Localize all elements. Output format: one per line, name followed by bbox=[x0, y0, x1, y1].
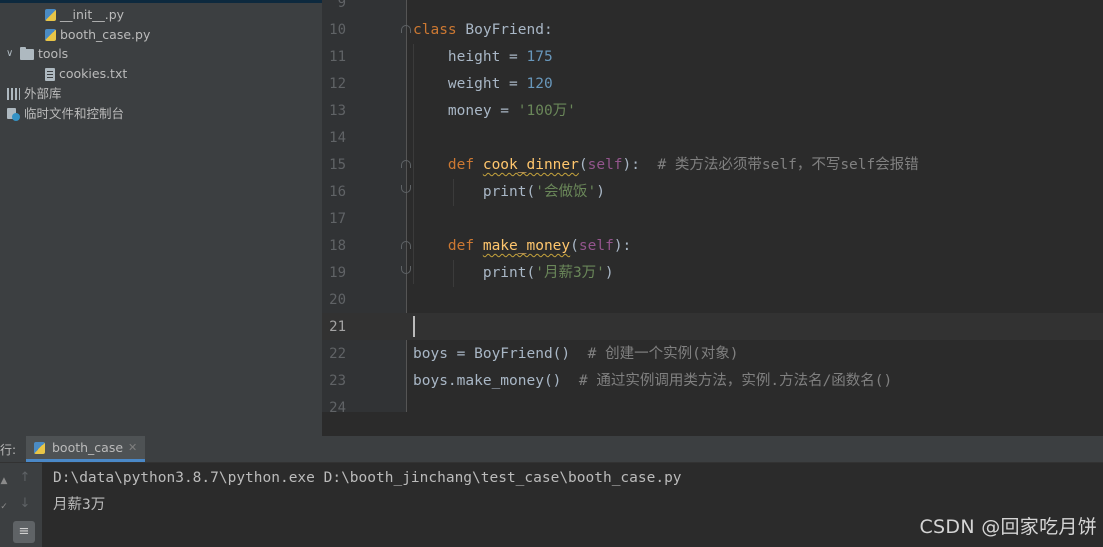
watermark: CSDN @回家吃月饼 bbox=[919, 516, 1097, 538]
scratch-icon bbox=[7, 107, 20, 121]
console-output-line: D:\data\python3.8.7\python.exe D:\booth_… bbox=[53, 470, 682, 486]
library-icon bbox=[7, 88, 20, 100]
code-text: height = bbox=[413, 49, 527, 65]
keyword: def bbox=[413, 157, 483, 173]
comment: # 通过实例调用类方法，实例.方法名/函数名() bbox=[578, 373, 893, 389]
python-file-icon bbox=[34, 441, 45, 454]
number-literal: 175 bbox=[526, 49, 553, 65]
tree-item-label: tools bbox=[38, 46, 69, 61]
run-tab-label: booth_case bbox=[52, 440, 124, 455]
line-number: 20 bbox=[329, 292, 346, 308]
text-file-icon bbox=[45, 67, 55, 81]
code-text: money = bbox=[413, 103, 518, 119]
line-number: 18 bbox=[329, 238, 346, 254]
tree-item-booth-case[interactable]: booth_case.py bbox=[45, 25, 150, 45]
code-text: ): bbox=[613, 238, 632, 254]
keyword: class bbox=[413, 22, 457, 38]
string-literal: '会做饭' bbox=[535, 184, 597, 200]
code-line-16: print('会做饭') bbox=[413, 179, 605, 206]
tree-item-label: 外部库 bbox=[24, 86, 62, 101]
project-tree: __init__.py booth_case.py ∨ tools cookie… bbox=[0, 0, 322, 436]
arrow-down-icon[interactable]: ↓ bbox=[15, 494, 35, 514]
tree-item-init[interactable]: __init__.py bbox=[45, 5, 124, 25]
string-literal: '100万' bbox=[517, 103, 576, 119]
code-text: ( bbox=[570, 238, 579, 254]
comment: # 创建一个实例(对象) bbox=[587, 346, 739, 362]
class-name: BoyFriend: bbox=[456, 22, 553, 38]
code-text: ) bbox=[604, 265, 614, 281]
arrow-up-icon[interactable]: ↑ bbox=[15, 468, 35, 488]
tree-item-label: cookies.txt bbox=[59, 66, 128, 81]
line-number: 16 bbox=[329, 184, 346, 200]
line-number: 19 bbox=[329, 265, 346, 281]
function-name: make_money bbox=[482, 238, 571, 254]
line-number: 24 bbox=[329, 400, 346, 416]
code-line-11: height = 175 bbox=[413, 44, 553, 71]
run-panel-header: 行: booth_case ✕ bbox=[0, 436, 1103, 463]
tree-item-label: booth_case.py bbox=[60, 27, 151, 42]
wrench-icon[interactable]: ▲ bbox=[0, 471, 8, 491]
function-name: cook_dinner bbox=[482, 157, 579, 173]
code-text: print( bbox=[413, 265, 536, 281]
code-text: boys.make_money() bbox=[413, 373, 579, 389]
line-number: 11 bbox=[329, 49, 346, 65]
fold-marker-icon[interactable] bbox=[401, 241, 411, 249]
python-file-icon bbox=[45, 9, 56, 21]
tree-item-tools[interactable]: ∨ tools bbox=[6, 44, 68, 64]
code-text: boys = BoyFriend() bbox=[413, 346, 588, 362]
selected-row-edge bbox=[0, 0, 322, 3]
keyword: def bbox=[413, 238, 483, 254]
tree-item-label: __init__.py bbox=[60, 7, 125, 22]
line-number: 14 bbox=[329, 130, 346, 146]
chevron-down-icon[interactable]: ∨ bbox=[6, 44, 16, 64]
line-number: 15 bbox=[329, 157, 346, 173]
tree-item-cookies[interactable]: cookies.txt bbox=[45, 64, 127, 84]
self-param: self bbox=[587, 157, 623, 173]
line-number: 22 bbox=[329, 346, 346, 362]
python-file-icon bbox=[45, 29, 56, 41]
line-number: 23 bbox=[329, 373, 346, 389]
close-icon[interactable]: ✕ bbox=[128, 441, 137, 454]
fold-marker-icon[interactable] bbox=[401, 25, 411, 33]
console-output-line: 月薪3万 bbox=[53, 497, 106, 513]
code-line-18: def make_money(self): bbox=[413, 233, 631, 260]
code-text: print( bbox=[413, 184, 536, 200]
line-number: 13 bbox=[329, 103, 346, 119]
code-text: ): bbox=[622, 157, 658, 173]
code-text: weight = bbox=[413, 76, 527, 92]
code-text: ) bbox=[596, 184, 605, 200]
line-number: 9 bbox=[337, 0, 346, 11]
comment: # 类方法必须带self，不写self会报错 bbox=[657, 157, 919, 173]
code-line-23: boys.make_money() # 通过实例调用类方法，实例.方法名/函数名… bbox=[413, 368, 892, 395]
code-line-12: weight = 120 bbox=[413, 71, 553, 98]
code-text: ( bbox=[578, 157, 588, 173]
tree-item-external-libraries[interactable]: 外部库 bbox=[7, 84, 62, 104]
number-literal: 120 bbox=[526, 76, 553, 92]
code-line-13: money = '100万' bbox=[413, 98, 576, 125]
tree-item-scratches[interactable]: 临时文件和控制台 bbox=[7, 104, 124, 124]
code-line-10: class BoyFriend: bbox=[413, 17, 553, 44]
fold-marker-icon[interactable] bbox=[401, 160, 411, 168]
text-cursor bbox=[413, 316, 415, 337]
line-number: 17 bbox=[329, 211, 346, 227]
self-param: self bbox=[578, 238, 614, 254]
folder-icon bbox=[20, 46, 34, 60]
line-number-current: 21 bbox=[329, 319, 346, 335]
code-line-15: def cook_dinner(self): # 类方法必须带self，不写se… bbox=[413, 152, 919, 179]
line-number: 10 bbox=[329, 22, 346, 38]
run-tab-booth-case[interactable]: booth_case ✕ bbox=[26, 436, 146, 462]
code-line-19: print('月薪3万') bbox=[413, 260, 614, 287]
soft-wrap-button[interactable]: ≡ bbox=[13, 521, 35, 543]
run-label: 行: bbox=[0, 443, 17, 457]
string-literal: '月薪3万' bbox=[535, 265, 605, 281]
code-line-22: boys = BoyFriend() # 创建一个实例(对象) bbox=[413, 341, 739, 368]
tree-item-label: 临时文件和控制台 bbox=[24, 106, 125, 121]
current-line-highlight bbox=[322, 313, 1103, 340]
line-number: 12 bbox=[329, 76, 346, 92]
check-icon[interactable]: ✓ bbox=[0, 497, 8, 517]
